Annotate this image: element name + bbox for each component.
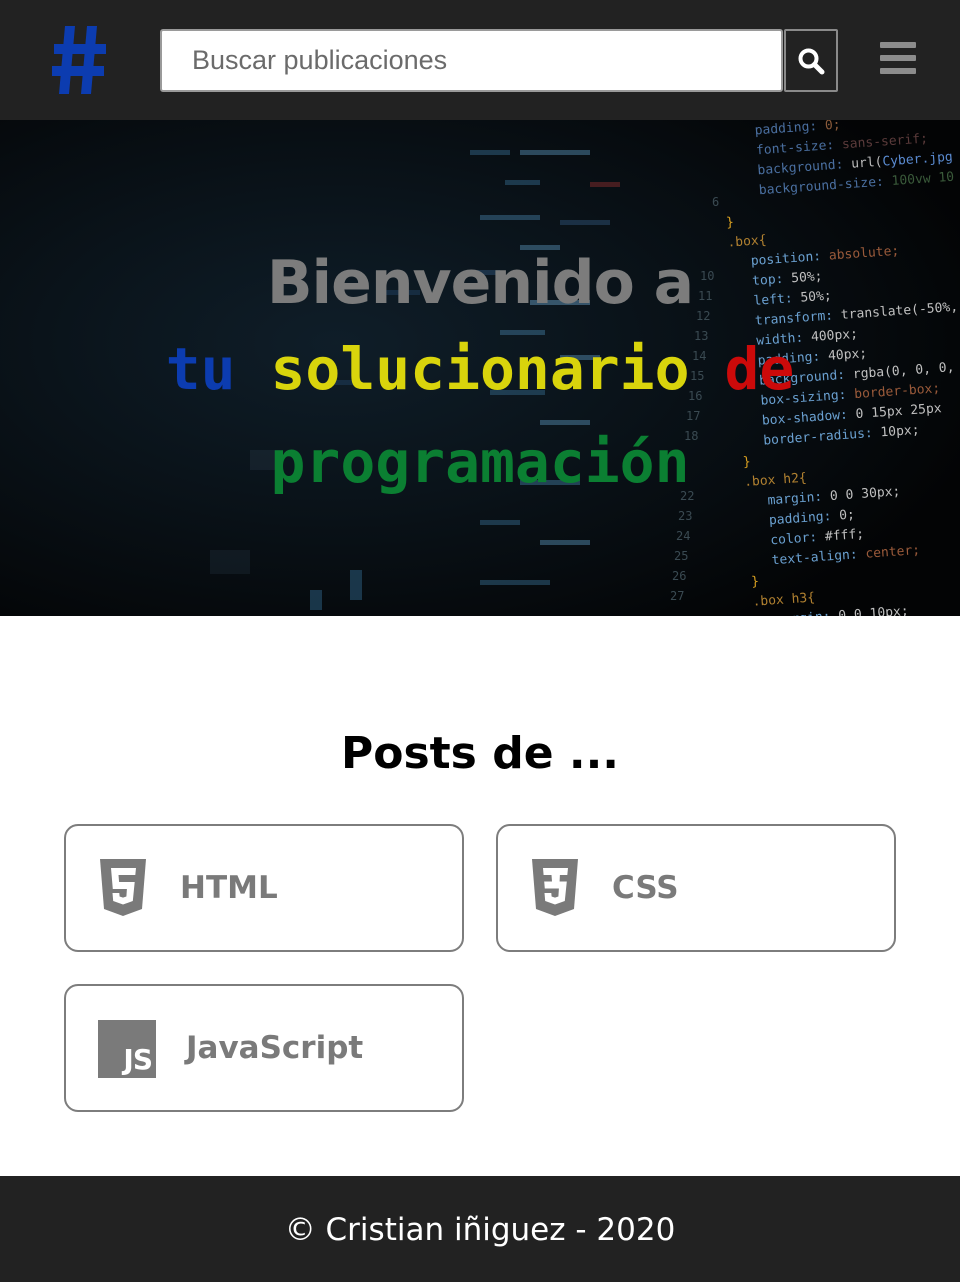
svg-text:26: 26 bbox=[672, 569, 686, 583]
search-input[interactable] bbox=[160, 29, 783, 92]
hashtag-logo-icon[interactable] bbox=[52, 22, 108, 98]
svg-text:}: } bbox=[726, 215, 735, 231]
search-button[interactable] bbox=[784, 29, 838, 92]
svg-text:23: 23 bbox=[678, 509, 692, 523]
javascript-icon: JS bbox=[98, 1020, 156, 1078]
hero-word-programacion: programación bbox=[270, 428, 690, 496]
svg-text:27: 27 bbox=[670, 589, 684, 603]
hero-word-solucionario: solucionario bbox=[270, 335, 690, 403]
svg-text:24: 24 bbox=[676, 529, 690, 543]
svg-text:25: 25 bbox=[674, 549, 688, 563]
hamburger-menu-icon[interactable] bbox=[880, 40, 918, 74]
hero-word-de: de bbox=[724, 335, 795, 403]
hero-subtitle-line: tu solucionario de bbox=[0, 335, 960, 403]
posts-section-title: Posts de ... bbox=[340, 728, 619, 779]
html5-icon bbox=[100, 859, 146, 916]
post-card-label: JavaScript bbox=[186, 1030, 364, 1066]
hero-banner: 6 10 11 12 13 14 15 16 17 18 22 23 24 25… bbox=[0, 120, 960, 616]
footer-copyright: © Cristian iñiguez - 2020 bbox=[284, 1212, 676, 1248]
top-navbar bbox=[0, 0, 960, 120]
svg-text:}: } bbox=[751, 574, 760, 590]
footer: © Cristian iñiguez - 2020 bbox=[0, 1176, 960, 1282]
post-card-label: CSS bbox=[612, 870, 679, 906]
post-card-label: HTML bbox=[180, 870, 278, 906]
post-card-css[interactable]: CSS bbox=[496, 824, 896, 952]
hero-title: Bienvenido a bbox=[266, 248, 694, 318]
css3-icon bbox=[532, 859, 578, 916]
svg-text:17: 17 bbox=[686, 409, 700, 423]
post-card-javascript[interactable]: JS JavaScript bbox=[64, 984, 464, 1112]
search-icon bbox=[798, 48, 825, 74]
hero-word-tu: tu bbox=[165, 335, 236, 403]
post-card-html[interactable]: HTML bbox=[64, 824, 464, 952]
svg-text:6: 6 bbox=[712, 195, 719, 209]
